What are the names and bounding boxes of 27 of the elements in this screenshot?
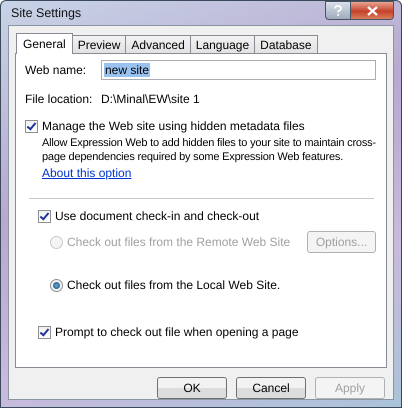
web-name-field[interactable]: new site	[101, 60, 376, 80]
about-option-link[interactable]: About this option	[42, 166, 132, 180]
close-icon	[366, 6, 378, 16]
window-title: Site Settings	[10, 6, 82, 20]
dialog-button[interactable]: Cancel	[236, 377, 306, 399]
checkbox[interactable]	[38, 326, 51, 338]
checkbox-label: Prompt to check out file when opening a page	[55, 325, 298, 339]
tab[interactable]: Preview	[72, 35, 126, 53]
question-mark-icon	[333, 4, 343, 16]
radio-label: Check out files from the Local Web Site.	[67, 278, 280, 292]
checkbox[interactable]	[25, 120, 38, 132]
field-label: Web name:	[25, 63, 88, 77]
radio-button[interactable]	[50, 278, 63, 292]
radio-label: Check out files from the Remote Web Site	[67, 235, 290, 249]
help-button[interactable]	[325, 1, 351, 20]
option-description: Allow Expression Web to add hidden files to your site to maintain cross-page dependencies required by some Expression Web features.	[42, 136, 376, 164]
tab[interactable]: Advanced	[125, 35, 191, 53]
file-location-text: D:\Minal\EW\site 1	[101, 92, 200, 106]
tab[interactable]: Database	[254, 35, 318, 53]
tab[interactable]: General	[16, 33, 73, 54]
dialog-button[interactable]: OK	[157, 377, 227, 399]
checkbox-label: Use document check-in and check-out	[55, 209, 260, 223]
checkbox[interactable]	[38, 210, 51, 222]
field-label: File location:	[25, 92, 94, 106]
checkbox-label: Manage the Web site using hidden metadata files	[42, 119, 305, 133]
tab[interactable]: Language	[190, 35, 256, 53]
close-button[interactable]	[351, 1, 394, 20]
